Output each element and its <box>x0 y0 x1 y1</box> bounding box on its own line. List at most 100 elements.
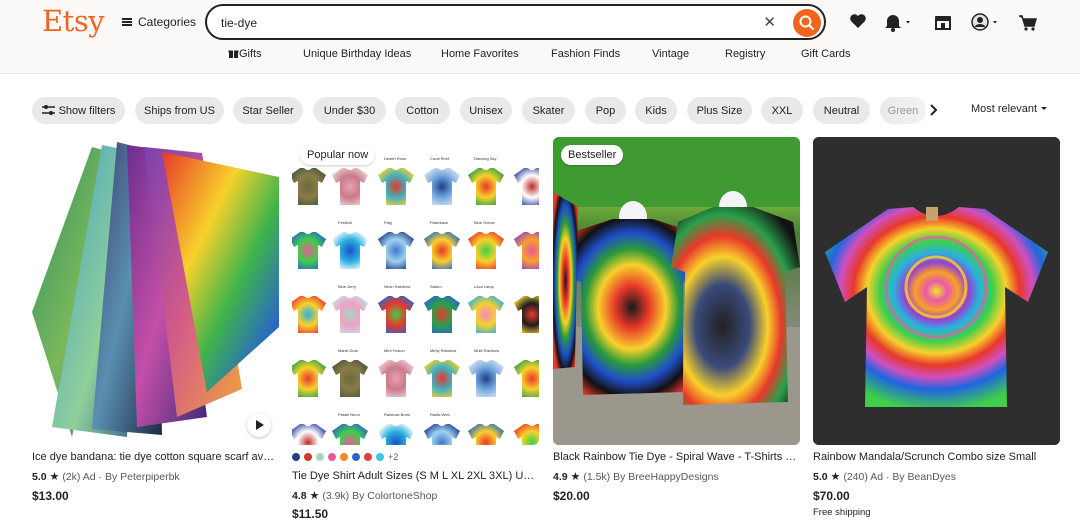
star-icon: ★ <box>49 471 60 483</box>
color-swatch[interactable] <box>328 453 336 461</box>
nav-fashion-finds[interactable]: Fashion Finds <box>551 48 620 60</box>
account-avatar-icon[interactable] <box>968 10 1002 34</box>
color-swatch[interactable] <box>292 453 300 461</box>
review-count: (1.5k) <box>583 471 611 483</box>
shirt-swatch-thumbnail <box>378 360 414 397</box>
listing-image-black-rainbow-shirts[interactable]: Bestseller <box>553 137 800 445</box>
chip-xxl[interactable]: XXL <box>761 97 803 124</box>
shirt-swatch-thumbnail <box>514 168 539 205</box>
listing-image-shirt-grid[interactable]: CamoDesert RoseCoral ReefDancing SkyFest… <box>292 137 539 445</box>
chevron-right-icon[interactable] <box>928 103 940 117</box>
clear-search-icon[interactable]: ✕ <box>763 13 776 31</box>
shop-name[interactable]: By BreeHappyDesigns <box>613 471 719 483</box>
color-swatch[interactable] <box>304 453 312 461</box>
star-icon: ★ <box>830 471 841 483</box>
star-icon: ★ <box>570 471 581 483</box>
rating-value: 4.8 <box>292 490 307 502</box>
listing-title[interactable]: Ice dye bandana: tie dye cotton square s… <box>32 451 279 463</box>
chip-unisex[interactable]: Unisex <box>460 97 512 124</box>
popular-now-badge: Popular now <box>300 145 376 165</box>
shirts-on-mannequins-photo <box>553 137 800 445</box>
listing-price: $20.00 <box>553 489 590 503</box>
chip-star-seller[interactable]: Star Seller <box>233 97 303 124</box>
review-count: (2k) <box>62 471 81 483</box>
chip-neutral[interactable]: Neutral <box>813 97 870 124</box>
listing-image-bandanas[interactable] <box>32 137 279 445</box>
shirt-swatch-thumbnail <box>468 424 504 445</box>
sort-dropdown[interactable]: Most relevant <box>971 103 1048 115</box>
search-input[interactable] <box>221 14 741 32</box>
shirt-swatch-thumbnail <box>424 232 460 269</box>
color-swatch[interactable] <box>316 453 324 461</box>
shirt-swatch-thumbnail <box>424 296 460 333</box>
shirt-swatch-thumbnail <box>332 296 368 333</box>
menu-icon <box>122 18 132 26</box>
listing-title[interactable]: Rainbow Mandala/Scrunch Combo size Small <box>813 451 1060 463</box>
favorites-heart-icon[interactable] <box>848 10 868 34</box>
color-swatch[interactable] <box>376 453 384 461</box>
review-count: (240) <box>843 471 868 483</box>
shop-manager-icon[interactable] <box>932 10 954 34</box>
cart-icon[interactable] <box>1017 10 1039 34</box>
chip-cotton[interactable]: Cotton <box>395 97 450 124</box>
categories-button[interactable]: Categories <box>122 13 196 31</box>
listing-rating: 4.9 ★ (1.5k) By BreeHappyDesigns <box>553 470 719 483</box>
chip-plus-size[interactable]: Plus Size <box>687 97 752 124</box>
listing-image-mandala-shirt[interactable] <box>813 137 1060 445</box>
shirt-swatch-thumbnail <box>332 360 368 397</box>
shirt-color-label: Dancing Sky <box>474 156 497 161</box>
shirt-swatch-thumbnail <box>292 360 326 397</box>
search-icon <box>799 15 815 31</box>
review-count: (3.9k) <box>322 490 350 502</box>
shirt-swatch-thumbnail <box>424 360 460 397</box>
more-swatches-count[interactable]: +2 <box>388 452 398 462</box>
nav-home-favorites[interactable]: Home Favorites <box>441 48 519 60</box>
nav-unique-birthday-ideas[interactable]: Unique Birthday Ideas <box>303 48 411 60</box>
shirt-swatch-thumbnail <box>514 232 539 269</box>
shop-name[interactable]: By Peterpiperbk <box>105 471 180 483</box>
notifications-bell-icon[interactable] <box>882 10 916 34</box>
shirt-color-label: Flag <box>384 220 392 225</box>
listing-rating: 5.0 ★ (240) Ad · By BeanDyes <box>813 471 956 483</box>
nav-registry[interactable]: Registry <box>725 48 765 60</box>
color-swatch[interactable] <box>352 453 360 461</box>
nav-vintage[interactable]: Vintage <box>652 48 689 60</box>
listing-title[interactable]: Tie Dye Shirt Adult Sizes (S M L XL 2XL … <box>292 470 539 482</box>
shop-name[interactable]: By BeanDyes <box>892 471 956 483</box>
shirt-swatch-thumbnail <box>514 424 539 445</box>
color-swatch[interactable] <box>364 453 372 461</box>
shirt-color-label: Neon Rainbow <box>384 284 411 289</box>
nav-gifts[interactable]: Gifts <box>228 48 262 61</box>
shirt-color-label: Mardi Gras <box>338 348 358 353</box>
chip-pop[interactable]: Pop <box>585 97 626 124</box>
star-icon: ★ <box>309 490 320 502</box>
search-button[interactable] <box>793 9 821 37</box>
chip-ships-from-us[interactable]: Ships from US <box>135 97 224 124</box>
chip-under-30[interactable]: Under $30 <box>313 97 386 124</box>
listing-card[interactable]: CamoDesert RoseCoral ReefDancing SkyFest… <box>292 137 539 520</box>
listing-card[interactable]: Rainbow Mandala/Scrunch Combo size Small… <box>813 137 1060 518</box>
chip-green[interactable]: Green <box>880 97 926 124</box>
show-filters-button[interactable]: Show filters <box>32 97 125 124</box>
show-filters-label: Show filters <box>58 104 116 117</box>
chip-kids[interactable]: Kids <box>635 97 677 124</box>
shirt-color-label: Pastel Neon <box>338 412 360 417</box>
chip-skater[interactable]: Skater <box>522 97 575 124</box>
shirt-color-label: Blue Jerry <box>338 284 357 289</box>
color-swatch[interactable] <box>340 453 348 461</box>
listing-card[interactable]: Ice dye bandana: tie dye cotton square s… <box>32 137 279 503</box>
listing-rating: 4.8 ★ (3.9k) By ColortoneShop <box>292 489 437 502</box>
shop-name[interactable]: By ColortoneShop <box>352 490 437 502</box>
shirt-color-label: Rasta Web <box>430 412 450 417</box>
listing-card[interactable]: Bestseller Black Rainbow Tie Dye - Spira… <box>553 137 800 503</box>
shirt-swatch-thumbnail <box>468 232 504 269</box>
shirt-color-label: Mint Fusion <box>384 348 405 353</box>
play-video-icon[interactable] <box>247 413 271 437</box>
shirt-swatch-thumbnail <box>424 424 460 445</box>
rating-value: 4.9 <box>553 471 568 483</box>
nav-gift-cards[interactable]: Gift Cards <box>801 48 851 60</box>
ad-label: Ad <box>870 471 884 483</box>
sort-label: Most relevant <box>971 103 1038 115</box>
etsy-logo[interactable]: Etsy <box>42 4 105 38</box>
listing-title[interactable]: Black Rainbow Tie Dye - Spiral Wave - T-… <box>553 451 800 463</box>
